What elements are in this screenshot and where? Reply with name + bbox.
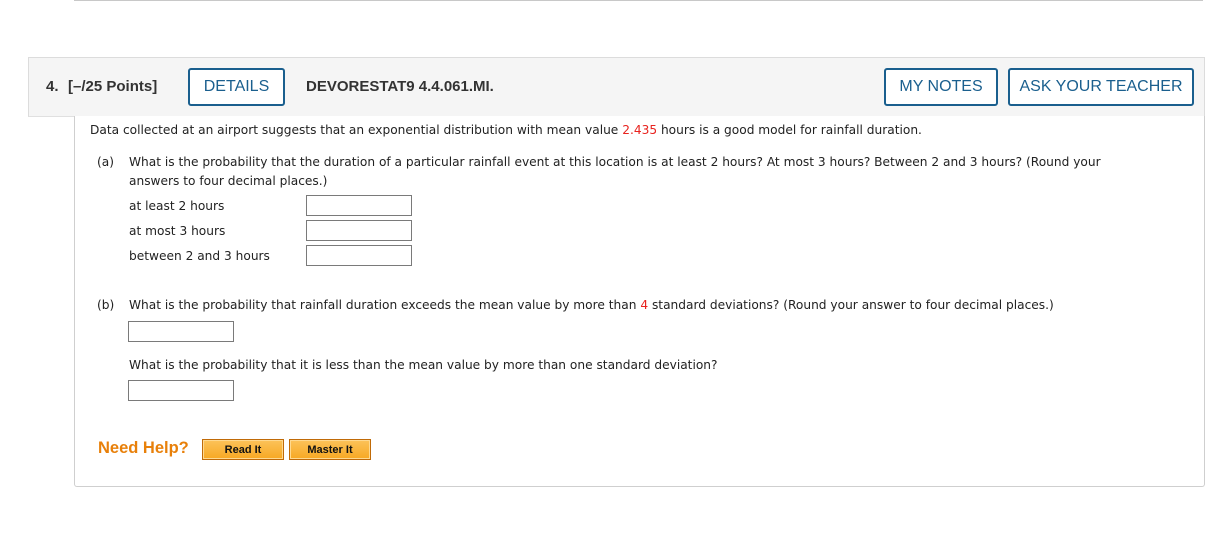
intro-after: hours is a good model for rainfall durat…: [657, 123, 922, 137]
answer-label-at-least-2: at least 2 hours: [129, 199, 225, 213]
part-b-question-1: What is the probability that rainfall du…: [129, 298, 1054, 312]
question-code: DEVORESTAT9 4.4.061.MI.: [306, 78, 494, 95]
answer-label-at-most-3: at most 3 hours: [129, 224, 226, 238]
question-body: Data collected at an airport suggests th…: [74, 116, 1205, 487]
mean-value: 2.435: [622, 123, 658, 137]
std-dev-count: 4: [640, 298, 649, 312]
part-b-q1-before: What is the probability that rainfall du…: [129, 298, 641, 312]
question-number: 4.: [46, 78, 59, 95]
answer-input-less-than-mean[interactable]: [128, 380, 234, 401]
need-help-label: Need Help?: [98, 439, 189, 457]
part-b-question-2: What is the probability that it is less …: [129, 358, 718, 372]
part-b-q1-after: standard deviations? (Round your answer …: [648, 298, 1054, 312]
details-button[interactable]: DETAILS: [188, 68, 285, 106]
master-it-button[interactable]: Master It: [289, 439, 371, 460]
part-a-question-line1: What is the probability that the duratio…: [129, 155, 1101, 169]
question-points: [–/25 Points]: [68, 78, 158, 95]
intro-text: Data collected at an airport suggests th…: [90, 123, 922, 137]
part-a-question-line2: answers to four decimal places.): [129, 174, 328, 188]
part-a-label: (a): [97, 155, 114, 169]
read-it-button[interactable]: Read It: [202, 439, 284, 460]
top-divider: [74, 0, 1203, 1]
answer-input-at-most-3[interactable]: [306, 220, 412, 241]
answer-input-exceeds-mean[interactable]: [128, 321, 234, 342]
ask-your-teacher-button[interactable]: ASK YOUR TEACHER: [1008, 68, 1194, 106]
part-b-label: (b): [97, 298, 115, 312]
my-notes-button[interactable]: MY NOTES: [884, 68, 998, 106]
answer-input-between-2-3[interactable]: [306, 245, 412, 266]
answer-input-at-least-2[interactable]: [306, 195, 412, 216]
question-header: 4. [–/25 Points] DETAILS DEVORESTAT9 4.4…: [28, 57, 1205, 117]
intro-before: Data collected at an airport suggests th…: [90, 123, 623, 137]
answer-label-between-2-3: between 2 and 3 hours: [129, 249, 270, 263]
